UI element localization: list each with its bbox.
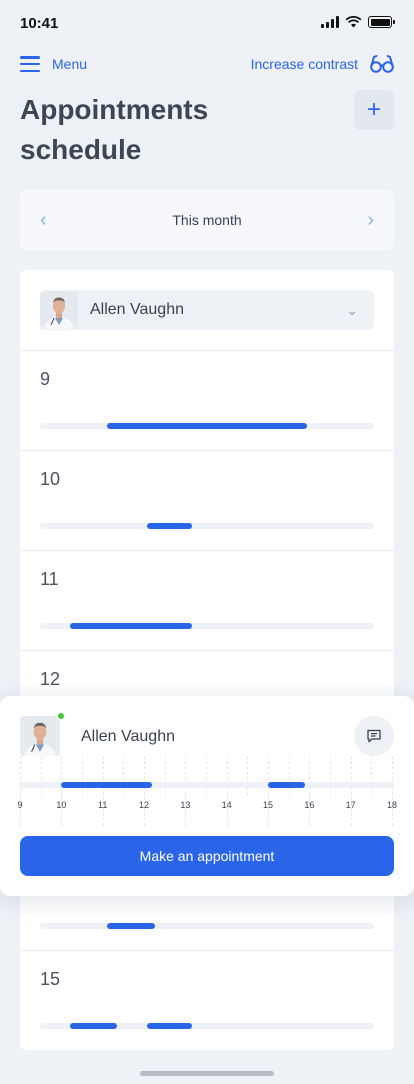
day-availability-track: [40, 623, 374, 629]
glasses-icon: [370, 55, 394, 73]
increase-contrast-button[interactable]: Increase contrast: [251, 54, 394, 74]
hour-gridline: [330, 756, 331, 796]
avatar: [20, 716, 60, 756]
period-label: This month: [172, 212, 242, 228]
wifi-icon: [345, 16, 362, 28]
day-number: 9: [40, 369, 51, 389]
day-number: 11: [40, 569, 59, 589]
hour-gridline: [288, 756, 290, 796]
hour-gridline: [309, 756, 311, 826]
status-icons: [321, 16, 395, 28]
schedule-card: Allen Vaughn ⌄ 9 10 11 12 15: [20, 270, 394, 1050]
appointments-screen: 10:41 Menu Increase contrast Appointment…: [0, 0, 414, 1084]
booked-segment: [70, 1023, 117, 1029]
hour-label: 16: [304, 800, 315, 810]
hour-gridline: [371, 756, 373, 796]
menu-label: Menu: [52, 56, 88, 72]
day-number: 15: [40, 969, 61, 989]
hour-label: 10: [56, 800, 67, 810]
day-availability-track: [40, 923, 374, 929]
avatar: [40, 291, 78, 329]
day-row[interactable]: 10: [20, 450, 394, 550]
home-indicator: [140, 1071, 274, 1076]
hour-gridline: [164, 756, 166, 796]
day-availability-track: [40, 1023, 374, 1029]
hour-label: 18: [386, 800, 398, 810]
page-title: Appointments schedule: [20, 94, 209, 165]
status-bar: 10:41: [0, 0, 414, 46]
hour-gridline: [102, 756, 104, 826]
hour-gridline: [247, 756, 249, 796]
day-row[interactable]: 9: [20, 350, 394, 450]
chevron-left-icon[interactable]: ‹: [40, 210, 47, 230]
message-icon: [367, 729, 381, 743]
hour-gridline: [82, 756, 83, 796]
hour-gridline: [226, 756, 228, 826]
hour-gridline: [40, 756, 42, 796]
day-row[interactable]: 11: [20, 550, 394, 650]
booked-segment: [146, 523, 192, 529]
hour-label: 11: [97, 800, 108, 810]
booked-segment: [146, 1023, 192, 1029]
day-row[interactable]: 15: [20, 950, 394, 1050]
hour-gridline: [268, 756, 269, 826]
hour-label: 14: [221, 800, 232, 810]
booked-segment: [106, 423, 308, 429]
doctor-name: Allen Vaughn: [90, 301, 184, 318]
chat-button[interactable]: [354, 716, 394, 756]
menu-button[interactable]: Menu: [20, 56, 87, 72]
booked-segment: [61, 782, 153, 788]
day-number: 10: [40, 469, 61, 489]
doctor-availability-popup: Allen Vaughn 9 10 11 12 13 14 15 16 17 18 Make an…: [0, 696, 414, 896]
hour-gridline: [61, 756, 63, 826]
day-availability-track: [40, 423, 374, 429]
chevron-down-icon: ⌄: [346, 301, 358, 318]
make-appointment-button[interactable]: Make an appointment: [20, 836, 394, 876]
day-number: 12: [40, 669, 61, 689]
hour-label: 15: [262, 800, 274, 810]
top-nav: Menu Increase contrast: [20, 52, 394, 76]
hour-label: 9: [17, 800, 23, 810]
hour-gridline: [206, 756, 207, 796]
doctor-select[interactable]: Allen Vaughn ⌄: [40, 290, 374, 330]
hour-label: 13: [180, 800, 191, 810]
availability-timeline: [20, 782, 394, 788]
hour-gridline: [185, 756, 187, 826]
increase-contrast-label: Increase contrast: [250, 56, 358, 72]
booked-segment: [106, 923, 156, 929]
hamburger-icon: [20, 56, 40, 72]
hour-gridline: [144, 756, 145, 826]
battery-icon: [368, 16, 395, 28]
booked-segment: [70, 623, 192, 629]
day-availability-track: [40, 523, 374, 529]
hour-label: 17: [345, 800, 356, 810]
hour-gridline: [123, 756, 125, 796]
popup-doctor-name: Allen Vaughn: [81, 728, 175, 745]
period-selector: ‹ This month ›: [20, 190, 394, 250]
booked-segment: [268, 782, 306, 788]
add-appointment-button[interactable]: +: [354, 90, 394, 130]
chevron-right-icon[interactable]: ›: [367, 210, 374, 230]
hour-label: 12: [138, 800, 150, 810]
hour-gridline: [350, 756, 352, 826]
clock: 10:41: [20, 15, 59, 32]
hour-gridline: [20, 756, 21, 826]
cellular-signal-icon: [321, 16, 339, 28]
online-status-dot: [57, 712, 65, 720]
hour-gridline: [392, 756, 393, 826]
